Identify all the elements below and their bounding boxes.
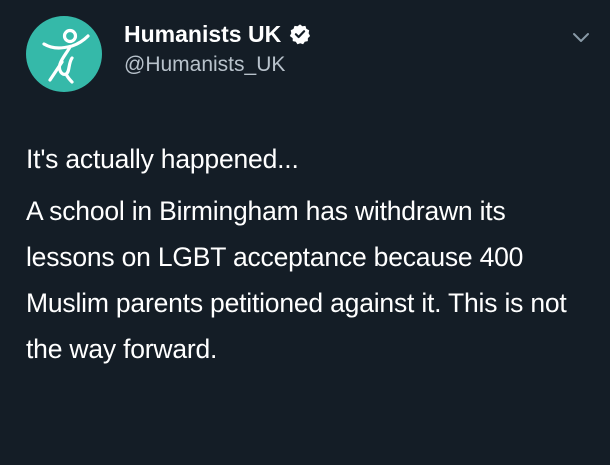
tweet-text: It's actually happened... A school in Bi… (26, 136, 580, 372)
humanist-figure-logo-icon (42, 28, 90, 84)
account-handle[interactable]: @Humanists_UK (124, 52, 285, 78)
tweet-card: Humanists UK @Humanists_UK It's actually… (0, 0, 610, 465)
chevron-down-icon[interactable] (570, 26, 592, 48)
name-row: Humanists UK (124, 20, 311, 48)
display-name[interactable]: Humanists UK (124, 20, 281, 48)
avatar[interactable] (26, 16, 102, 92)
tweet-paragraph: A school in Birmingham has withdrawn its… (26, 196, 567, 364)
verified-badge-icon (289, 23, 311, 45)
tweet-paragraph: It's actually happened... (26, 144, 299, 174)
